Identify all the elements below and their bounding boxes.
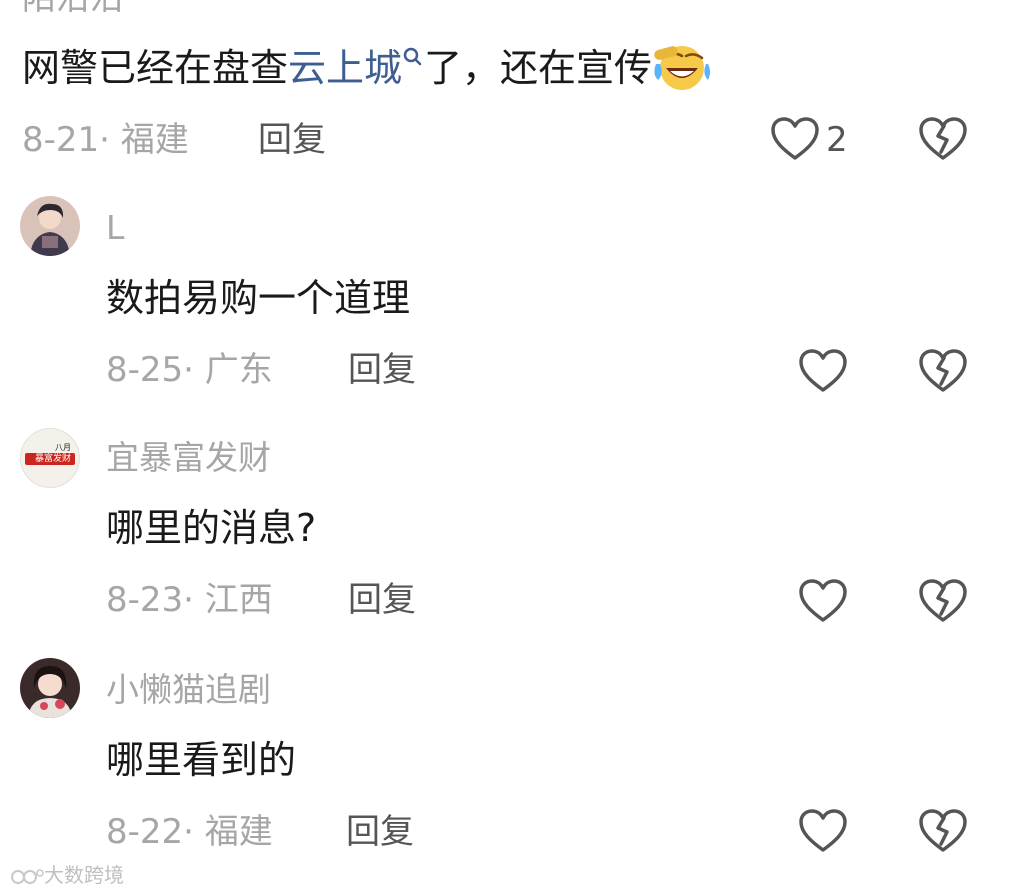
watermark: 大数跨境 [10,862,124,888]
top-comment-text-after: 了，还在宣传 [424,46,653,90]
avatar[interactable] [20,658,80,718]
like-count: 2 [826,120,848,160]
dislike-broken-heart-icon[interactable] [918,578,968,624]
watermark-text: 大数跨境 [44,863,124,887]
top-comment-text: 网警已经在盘查云上城 了，还在宣传 [22,44,711,92]
reply-username[interactable]: 宜暴富发财 [106,438,271,478]
reply-text: 数拍易购一个道理 [106,276,411,320]
reply-button[interactable]: 回复 [346,812,414,852]
like-heart-icon[interactable] [770,116,820,162]
reply-date-location: 8-23· 江西 [106,580,273,620]
dislike-broken-heart-icon[interactable] [918,348,968,394]
avatar-badge-main: 暴富发财 [35,454,72,464]
avatar-badge-top: 八月 [55,443,71,452]
reply-username[interactable]: 小懒猫追剧 [106,670,271,710]
dislike-broken-heart-icon[interactable] [918,808,968,854]
like-heart-icon[interactable] [798,808,848,854]
avatar[interactable] [20,196,80,256]
dislike-broken-heart-icon[interactable] [918,116,968,162]
top-comment-date-location: 8-21· 福建 [22,120,189,160]
reply-button[interactable]: 回复 [348,350,416,390]
reply-date-location: 8-25· 广东 [106,350,273,390]
reply-button[interactable]: 回复 [348,580,416,620]
search-link[interactable]: 云上城 [288,46,402,90]
top-comment-username[interactable]: 陌沿沿 [22,0,124,18]
reply-username[interactable]: L [106,208,124,248]
watermark-logo-icon [10,866,44,888]
top-comment-reply-button[interactable]: 回复 [258,120,326,160]
reply-date-location: 8-22· 福建 [106,812,273,852]
anime-girl-avatar-icon [20,658,80,718]
search-icon[interactable] [402,44,424,84]
reply-text: 哪里的消息? [106,506,317,550]
like-heart-icon[interactable] [798,348,848,394]
like-heart-icon[interactable] [798,578,848,624]
reply-text: 哪里看到的 [106,738,297,782]
top-comment-text-before: 网警已经在盘查 [22,46,289,90]
anime-boy-avatar-icon [20,196,80,256]
laughing-crying-emoji-icon [652,44,711,92]
avatar[interactable]: 八月 暴富发财 [20,428,80,488]
